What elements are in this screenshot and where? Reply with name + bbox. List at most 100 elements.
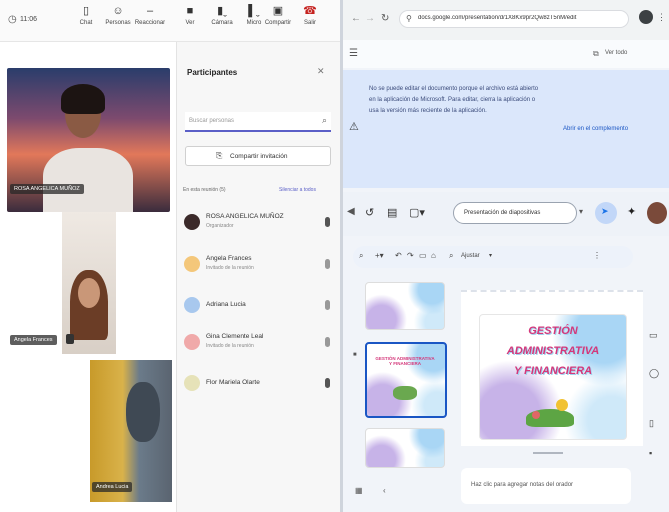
meeting-toolbar: ◷ 11:06 ▯ Chat ☺ Personas – Reaccionar ■… [0, 0, 340, 42]
mic-icon [325, 217, 330, 227]
share-invite-button[interactable]: ⎘ Compartir invitación [185, 146, 331, 166]
avatar [184, 214, 200, 230]
site-info-icon[interactable]: ⚲ [406, 14, 412, 23]
new-slide-icon[interactable]: +▾ [375, 251, 384, 260]
slide-thumbnail[interactable] [365, 428, 445, 468]
slide-thumbnail[interactable] [365, 282, 445, 330]
avatar [184, 256, 200, 272]
video-tile-organizer[interactable]: ROSA ANGELICA MUÑOZ [7, 68, 170, 212]
new-window-icon[interactable]: ⧉ [593, 49, 599, 59]
avatar [184, 334, 200, 350]
share-meet-icon: ➤ [601, 206, 609, 216]
paint-format-icon[interactable]: ⌂ [431, 251, 436, 260]
calendar-icon[interactable]: ▭ [649, 330, 658, 341]
in-meeting-section-label[interactable]: En esta reunión (5) [183, 187, 226, 193]
video-tile-participant-2[interactable] [62, 212, 116, 354]
participants-title: Participantes [187, 68, 238, 77]
grid-view-icon[interactable]: ▦ [355, 486, 363, 495]
url-text[interactable]: docs.google.com/presentation/d/1X8Kx9pr2… [418, 15, 614, 21]
people-button[interactable]: ☺ Personas [100, 4, 136, 26]
slide-thumbnail-selected[interactable]: GESTIÓN ADMINISTRATIVA Y FINANCIERA [365, 342, 447, 418]
fit-dropdown[interactable]: Ajustar [461, 253, 480, 259]
mic-off-icon [325, 259, 330, 269]
participant-video-hair [61, 84, 105, 114]
browser-window: ← → ↻ ⚲ docs.google.com/presentation/d/1… [343, 0, 669, 512]
history-icon[interactable]: ↺ [365, 206, 374, 219]
illustration-accent [532, 411, 540, 419]
thumbnail-title: GESTIÓN ADMINISTRATIVA Y FINANCIERA [375, 356, 435, 366]
keep-icon[interactable]: ◯ [649, 368, 659, 379]
react-button[interactable]: – Reaccionar [132, 4, 168, 26]
participant-row[interactable]: Gina Clemente Leal Invitado de la reunió… [182, 330, 334, 356]
participant-row[interactable]: Flor Mariela Olarte [182, 371, 334, 397]
update-label[interactable]: Ver todo [605, 50, 627, 56]
leave-button[interactable]: ☎ Salir [292, 4, 328, 26]
banner-action-link[interactable]: Abrir en el complemento [563, 126, 628, 132]
read-only-banner: ⚠ No se puede editar el documento porque… [343, 70, 669, 188]
redo-icon[interactable]: ↷ [407, 251, 414, 260]
current-slide[interactable]: GESTIÓN ADMINISTRATIVA Y FINANCIERA [479, 314, 627, 440]
search-icon: ⌕ [321, 115, 327, 125]
menu-icon[interactable]: ⋮ [657, 12, 666, 23]
participant-row[interactable]: ROSA ANGELICA MUÑOZ Organizador [182, 210, 334, 236]
collapse-filmstrip-icon[interactable]: ‹ [383, 486, 386, 495]
participant-name: Adriana Lucia [206, 301, 246, 308]
chat-button[interactable]: ▯ Chat [68, 4, 104, 26]
mic-icon [325, 378, 330, 388]
comment-icon[interactable]: ◀ [347, 206, 355, 217]
slideshow-button[interactable]: Presentación de diapositivas [453, 202, 577, 224]
editor-toolbar: ⌕ +▾ ↶ ↷ ▭ ⌂ ⌕ Ajustar ▾ ⋮ [353, 246, 633, 268]
share-icon: ▣ [272, 5, 284, 17]
slideshow-dropdown-icon[interactable]: ▾ [579, 207, 583, 216]
video-tile-label: Angela Frances [10, 335, 57, 345]
profile-icon[interactable] [639, 10, 653, 24]
share-button[interactable]: ▣ Compartir [260, 4, 296, 26]
meet-icon[interactable]: ▢▾ [409, 206, 425, 219]
close-icon[interactable]: ✕ [317, 66, 325, 77]
search-menus-icon[interactable]: ⌕ [359, 251, 363, 261]
docs-menu-icon[interactable]: ☰ [349, 48, 358, 59]
participant-name: Gina Clemente Leal [206, 333, 264, 340]
user-avatar[interactable] [647, 202, 667, 224]
contacts-icon[interactable]: ▪ [649, 448, 652, 458]
reload-icon[interactable]: ↻ [381, 13, 389, 24]
participant-video-body [43, 148, 133, 212]
share-invite-icon: ⎘ [216, 151, 223, 160]
forward-icon[interactable]: → [365, 13, 375, 24]
gemini-icon[interactable]: ✦ [627, 205, 636, 218]
view-button[interactable]: ■ Ver [172, 4, 208, 26]
slide-title-line1: GESTIÓN [528, 325, 578, 337]
slide-title-line2: ADMINISTRATIVA [506, 345, 600, 357]
clock-icon: ◷ [8, 14, 17, 25]
participant-role: Organizador [206, 223, 234, 229]
back-icon[interactable]: ← [351, 13, 361, 24]
speaker-notes[interactable]: Haz clic para agregar notas del orador [461, 468, 631, 504]
mute-all-link[interactable]: Silenciar a todos [279, 187, 316, 193]
camera-button[interactable]: ▮ˬ Cámara [204, 4, 240, 26]
more-icon[interactable]: ⋮ [593, 251, 601, 260]
slide-title-line3: Y FINANCIERA [513, 365, 593, 377]
phone-icon: ☎ [303, 5, 317, 17]
zoom-icon[interactable]: ⌕ [449, 251, 453, 261]
slide-canvas: GESTIÓN ADMINISTRATIVA Y FINANCIERA [461, 290, 643, 446]
video-tile-label: ROSA ANGELICA MUÑOZ [10, 184, 84, 194]
slide-number: ■ [353, 352, 357, 358]
comments-icon[interactable]: ▤ [387, 206, 397, 219]
participant-row[interactable]: Adriana Lucia [182, 293, 334, 319]
tasks-icon[interactable]: ▯ [649, 418, 654, 429]
search-input[interactable]: Buscar personas ⌕ [185, 112, 331, 132]
share-invite-label: Compartir invitación [230, 153, 288, 160]
mic-off-icon [66, 334, 74, 344]
undo-icon[interactable]: ↶ [395, 251, 402, 260]
speaker-notes-placeholder: Haz clic para agregar notas del orador [471, 482, 574, 488]
participant-role: Invitado de la reunión [206, 343, 254, 349]
video-tile-participant-3[interactable]: Andrea Lucia [90, 360, 172, 502]
participant-name: Flor Mariela Olarte [206, 379, 260, 386]
fit-dropdown-icon[interactable]: ▾ [489, 252, 492, 259]
address-bar[interactable]: ⚲ docs.google.com/presentation/d/1X8Kx9p… [399, 10, 629, 28]
avatar [184, 375, 200, 391]
print-icon[interactable]: ▭ [419, 251, 427, 260]
participant-video-face [78, 278, 100, 308]
people-icon: ☺ [112, 5, 124, 17]
participant-row[interactable]: Angela Frances Invitado de la reunión [182, 252, 334, 278]
